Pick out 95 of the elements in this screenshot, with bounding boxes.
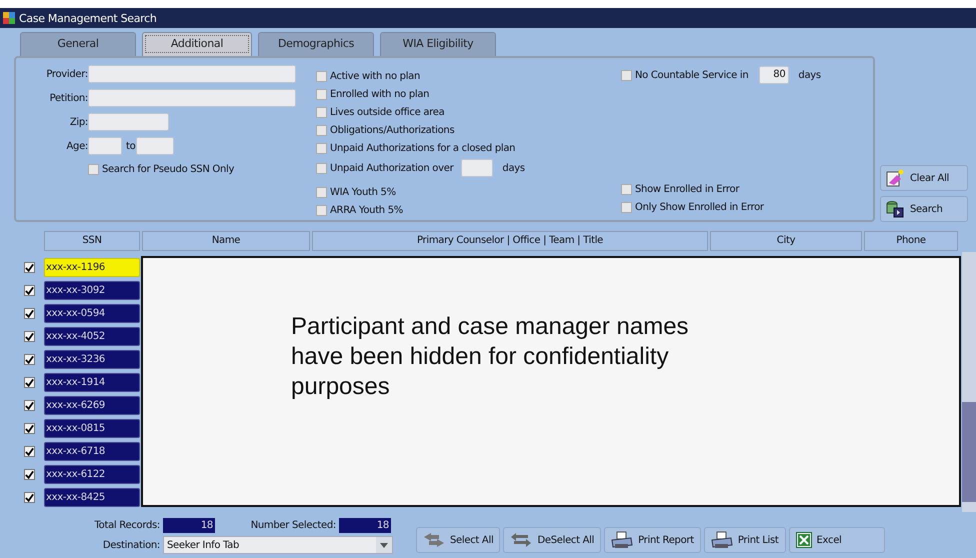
column-header[interactable]: Name: [142, 231, 310, 251]
unit-label: days: [502, 162, 525, 174]
count-field: 18: [163, 518, 215, 532]
table-cell: xxx-xx-0594: [44, 304, 140, 323]
input-field[interactable]: [88, 113, 169, 131]
field-label: Provider:: [45, 68, 88, 80]
action-button[interactable]: Print List: [704, 527, 786, 553]
field-label: Zip:: [68, 116, 88, 128]
checkbox[interactable]: [316, 124, 327, 136]
input-field[interactable]: [88, 89, 296, 107]
database-icon: [885, 200, 905, 218]
column-header[interactable]: SSN: [44, 231, 140, 251]
field-label: Number Selected:: [250, 520, 336, 530]
checkbox[interactable]: [316, 186, 327, 198]
column-header[interactable]: City: [710, 231, 862, 251]
input-field[interactable]: [88, 65, 296, 83]
tab[interactable]: Demographics: [258, 32, 374, 56]
destination-dropdown[interactable]: Seeker Info Tab: [163, 536, 393, 554]
checkbox[interactable]: [24, 354, 35, 365]
checkbox[interactable]: [621, 184, 632, 194]
table-cell: xxx-xx-6269: [44, 396, 140, 415]
table-cell: xxx-xx-8425: [44, 488, 140, 507]
tab[interactable]: Additional: [142, 32, 252, 56]
checkbox-label: Active with no plan: [330, 70, 420, 82]
app-icon: [2, 11, 16, 25]
printer-icon: [611, 531, 634, 549]
field-label: Destination:: [102, 540, 160, 550]
checkbox[interactable]: [24, 331, 35, 342]
field-label: Total Records:: [94, 520, 160, 530]
action-button[interactable]: Select All: [416, 527, 500, 553]
checkbox[interactable]: [24, 400, 35, 411]
table-cell: xxx-xx-3092: [44, 281, 140, 300]
checkbox-label: Unpaid Authorizations for a closed plan: [330, 142, 516, 154]
scrollbar[interactable]: [962, 252, 976, 512]
window-title: Case Management Search: [19, 12, 157, 24]
checkbox-label: Search for Pseudo SSN Only: [102, 164, 234, 174]
action-button[interactable]: Search: [880, 196, 968, 222]
checkbox[interactable]: [316, 204, 327, 216]
tab[interactable]: WIA Eligibility: [380, 32, 496, 56]
action-button[interactable]: DeSelect All: [503, 527, 602, 553]
checkbox[interactable]: [316, 88, 327, 100]
input-field[interactable]: 80: [759, 66, 790, 84]
table-cell: xxx-xx-3236: [44, 350, 140, 369]
tab[interactable]: General: [20, 32, 136, 56]
checkbox-label: Show Enrolled in Error: [635, 184, 740, 194]
action-button[interactable]: Excel: [788, 527, 885, 553]
checkbox-label: No Countable Service in: [635, 70, 748, 80]
table-cell: xxx-xx-4052: [44, 327, 140, 346]
checkbox[interactable]: [24, 492, 35, 503]
checkbox[interactable]: [24, 469, 35, 480]
scroll-thumb[interactable]: [962, 402, 976, 502]
action-button[interactable]: Clear All: [880, 165, 968, 191]
table-cell: xxx-xx-0815: [44, 419, 140, 438]
input-field[interactable]: [88, 137, 122, 155]
printer-icon: [710, 531, 733, 549]
input-field[interactable]: [136, 137, 174, 155]
checkbox[interactable]: [88, 164, 99, 174]
checkbox[interactable]: [316, 70, 327, 82]
checkbox[interactable]: [24, 423, 35, 434]
checkbox-label: Obligations/Authorizations: [330, 124, 454, 136]
checkbox-label: Enrolled with no plan: [330, 88, 430, 100]
checkbox-label: Lives outside office area: [330, 106, 444, 118]
column-header[interactable]: Primary Counselor | Office | Team | Title: [312, 231, 708, 251]
checkbox[interactable]: [24, 262, 35, 273]
table-cell: xxx-xx-1196: [44, 258, 140, 277]
table-cell: xxx-xx-1914: [44, 373, 140, 392]
checkbox[interactable]: [621, 202, 632, 212]
checkbox[interactable]: [24, 377, 35, 388]
arrows-icon: [510, 533, 532, 547]
table-cell: xxx-xx-6718: [44, 442, 140, 461]
action-button[interactable]: Print Report: [604, 527, 701, 553]
checkbox[interactable]: [316, 106, 327, 118]
checkbox-label: WIA Youth 5%: [330, 186, 396, 198]
table-cell: xxx-xx-6122: [44, 465, 140, 484]
field-label: to: [126, 140, 136, 152]
checkbox-label: ARRA Youth 5%: [330, 204, 403, 216]
checkbox[interactable]: [316, 142, 327, 154]
spreadsheet-icon: [796, 532, 812, 548]
dropdown-value: Seeker Info Tab: [167, 540, 240, 550]
unit-label: days: [798, 70, 821, 80]
notice-text: Participant and case manager names have been hidden for confidentiality purposes: [291, 312, 690, 402]
eraser-icon: [885, 169, 905, 187]
checkbox[interactable]: [621, 70, 632, 80]
arrows-icon: [423, 533, 445, 547]
checkbox-label: Unpaid Authorization over: [330, 162, 454, 174]
input-field[interactable]: [461, 159, 494, 177]
count-field: 18: [339, 518, 391, 532]
checkbox[interactable]: [316, 162, 327, 174]
checkbox-label: Only Show Enrolled in Error: [635, 202, 764, 212]
checkbox[interactable]: [24, 285, 35, 296]
field-label: Petition:: [48, 92, 88, 104]
checkbox[interactable]: [24, 446, 35, 457]
checkbox[interactable]: [24, 308, 35, 319]
column-header[interactable]: Phone: [864, 231, 958, 251]
field-label: Age:: [65, 140, 88, 152]
